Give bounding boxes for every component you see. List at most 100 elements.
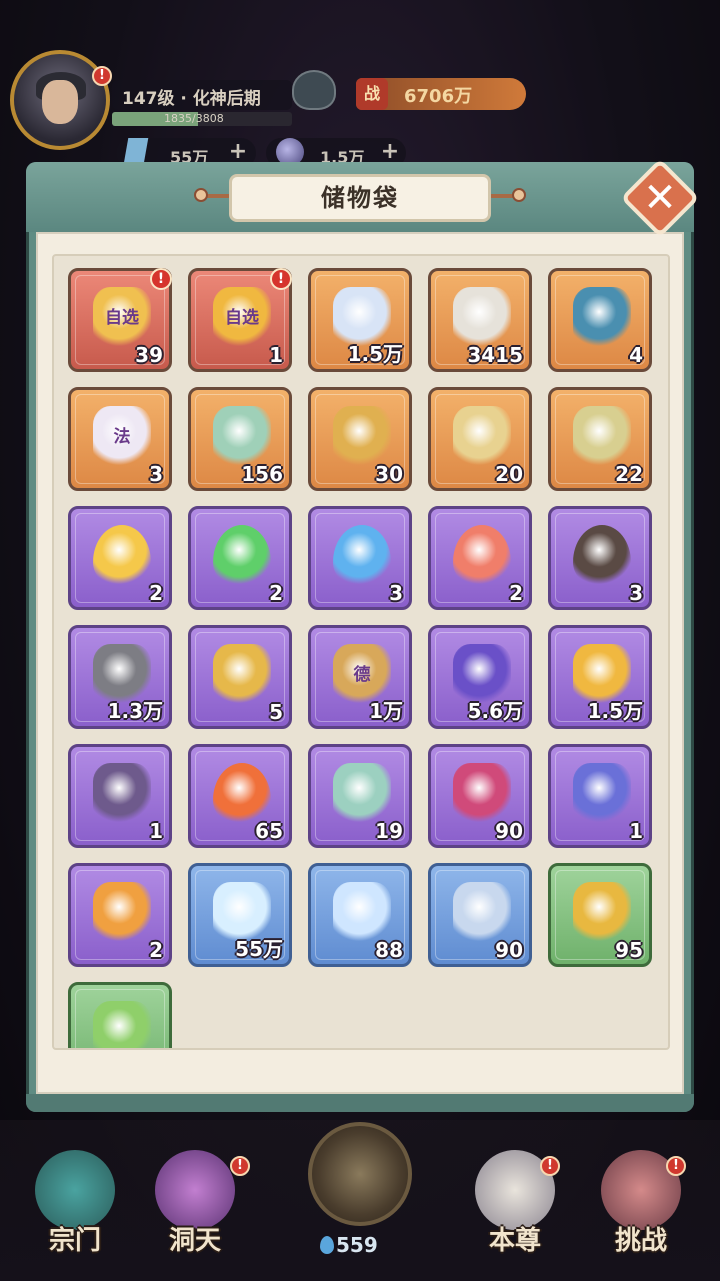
item-slot[interactable]: 88 [308, 863, 412, 967]
water-orb-icon [333, 882, 391, 944]
cyan-crystal-shard-icon [573, 287, 631, 349]
item-slot[interactable]: 65 [188, 744, 292, 848]
item-count: 5.6万 [467, 699, 523, 723]
item-count: 3 [149, 462, 163, 486]
dragon-gold-orb-icon [573, 882, 631, 944]
self-alert-icon: ! [540, 1156, 560, 1176]
item-slot[interactable]: 1 [68, 744, 172, 848]
spirit-feather-icon [573, 763, 631, 825]
item-slot[interactable]: 3 [308, 506, 412, 610]
panel-bottom-edge [26, 1094, 694, 1112]
avatar-face [42, 80, 78, 124]
nav-sect[interactable]: 宗门 [20, 1150, 130, 1260]
combat-power-icon: 战 [356, 78, 388, 110]
item-slot[interactable]: 20 [428, 387, 532, 491]
cauldron-icon[interactable] [292, 70, 336, 110]
item-slot[interactable]: 1.5万 [548, 625, 652, 729]
item-count: 1 [269, 343, 283, 367]
item-slot[interactable]: 22 [548, 387, 652, 491]
bone-claw-icon [453, 287, 511, 349]
item-count: 1 [149, 819, 163, 843]
player-avatar[interactable] [10, 50, 110, 150]
item-count: 30 [375, 462, 403, 486]
item-count: 5 [269, 700, 283, 724]
fire-amber-crystal-icon [93, 882, 151, 944]
item-slot[interactable]: 4 [548, 268, 652, 372]
item-slot[interactable]: 95 [548, 863, 652, 967]
item-slot[interactable]: 30 [308, 387, 412, 491]
title-knot-right [512, 188, 526, 202]
item-count: 2 [149, 938, 163, 962]
purple-ring-icon [93, 763, 151, 825]
item-count: 90 [495, 819, 523, 843]
item-count: 2 [509, 581, 523, 605]
item-count: 55万 [235, 937, 283, 961]
spirit-drop-icon [320, 1236, 334, 1254]
cave-tree-icon [155, 1150, 235, 1230]
nav-self-label: 本尊 [488, 1226, 541, 1256]
close-icon[interactable]: ✕ [632, 170, 688, 226]
item-count: 156 [241, 462, 283, 486]
item-grid: 自选 39! 自选 1! 1.5万 3415 4 法 3 156 30 20 22 2 2 3 2 3 1.3万 5 德… [52, 254, 670, 1050]
item-slot[interactable]: 2 [68, 863, 172, 967]
item-slot[interactable]: 5.6万 [428, 625, 532, 729]
item-count: 1.5万 [587, 699, 643, 723]
item-count: 90 [495, 938, 523, 962]
orb-add-button[interactable]: + [378, 140, 402, 164]
combat-power-value: 6706万 [404, 86, 473, 107]
item-count: 2 [269, 581, 283, 605]
exp-text: 1835/3808 [164, 112, 224, 125]
item-glyph-label: 自选 [225, 308, 259, 328]
nav-sect-label: 宗门 [48, 1226, 101, 1256]
item-slot[interactable] [68, 982, 172, 1048]
item-count: 4 [629, 343, 643, 367]
item-count: 22 [615, 462, 643, 486]
nav-cave-label: 洞天 [168, 1226, 221, 1256]
item-slot[interactable]: 德 1万 [308, 625, 412, 729]
item-slot[interactable]: 1.5万 [308, 268, 412, 372]
gem-add-button[interactable]: + [226, 140, 250, 164]
avatar-alert-icon: ! [92, 66, 112, 86]
item-slot[interactable]: 1 [548, 744, 652, 848]
panel-title: 储物袋 [229, 174, 491, 222]
jade-vase-icon [333, 763, 391, 825]
ice-shard-cluster-icon [453, 882, 511, 944]
item-count: 1.5万 [347, 342, 403, 366]
item-count: 1.3万 [107, 699, 163, 723]
item-slot[interactable]: 3 [548, 506, 652, 610]
item-count: 39 [135, 343, 163, 367]
crimson-lotus-orb-icon [453, 763, 511, 825]
item-slot[interactable]: 156 [188, 387, 292, 491]
item-count: 95 [615, 938, 643, 962]
item-count: 2 [149, 581, 163, 605]
item-count: 1万 [369, 699, 403, 723]
item-slot[interactable]: 2 [428, 506, 532, 610]
cave-alert-icon: ! [230, 1156, 250, 1176]
nav-challenge-label: 挑战 [614, 1226, 667, 1256]
golden-bracelet-icon [333, 406, 391, 468]
challenge-alert-icon: ! [666, 1156, 686, 1176]
item-count: 20 [495, 462, 523, 486]
item-alert-icon: ! [150, 268, 172, 290]
item-alert-icon: ! [270, 268, 292, 290]
item-count: 3415 [467, 343, 523, 367]
item-count: 1 [629, 819, 643, 843]
item-slot[interactable]: 55万 [188, 863, 292, 967]
item-slot[interactable]: 2 [68, 506, 172, 610]
item-slot[interactable]: 19 [308, 744, 412, 848]
center-count: 559 [336, 1233, 378, 1257]
item-slot[interactable]: 90 [428, 863, 532, 967]
center-action-button[interactable] [308, 1122, 412, 1226]
item-slot[interactable]: 2 [188, 506, 292, 610]
item-slot[interactable]: 1.3万 [68, 625, 172, 729]
jade-lion-statue-icon [213, 406, 271, 468]
item-count: 88 [375, 938, 403, 962]
item-slot[interactable]: 法3 [68, 387, 172, 491]
item-count: 65 [255, 819, 283, 843]
item-slot[interactable]: 5 [188, 625, 292, 729]
item-slot[interactable]: 3415 [428, 268, 532, 372]
title-knot-left [194, 188, 208, 202]
item-slot[interactable]: 90 [428, 744, 532, 848]
herb-leaf-icon [93, 1001, 151, 1048]
golden-ore-icon [213, 644, 271, 706]
